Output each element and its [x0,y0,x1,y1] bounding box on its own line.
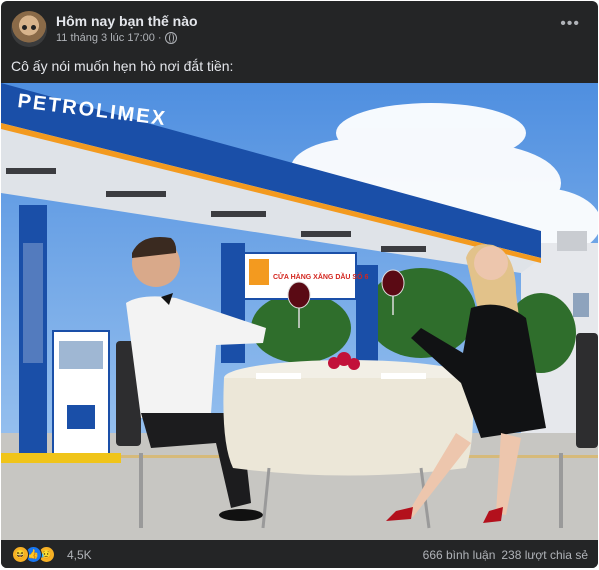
post-caption: Cô ấy nói muốn hẹn hò nơi đắt tiền: [11,58,234,74]
chair-right [576,333,598,448]
more-options-button[interactable]: ••• [560,15,580,33]
avatar-eye [22,25,27,30]
pillar-middle [221,243,245,363]
plate [256,373,301,379]
globe-icon[interactable] [164,32,177,44]
comment-count[interactable]: 666 bình luận [423,548,496,562]
man-shoe [219,509,263,521]
post-footer: 😆 👍 😥 4,5K 666 bình luận 238 lượt chia s… [1,540,598,568]
post-timestamp[interactable]: 11 tháng 3 lúc 17:00 [56,32,155,44]
reaction-count[interactable]: 4,5K [67,548,92,562]
woman-head [474,246,508,280]
post-photo[interactable]: PETROLIMEX CỬA HÀNG XĂNG DẦU SỐ 6 [1,83,598,540]
pump-logo [67,405,95,429]
plate [381,373,426,379]
post-card: Hôm nay bạn thế nào 11 tháng 3 lúc 17:00… [1,1,598,568]
post-meta: 11 tháng 3 lúc 17:00 · [56,32,177,44]
petrolimex-logo-icon [249,259,269,285]
post-header: Hôm nay bạn thế nào 11 tháng 3 lúc 17:00… [1,1,598,53]
engagement-stats: 666 bình luận 238 lượt chia sẻ [423,548,588,562]
author-name[interactable]: Hôm nay bạn thế nào [56,13,198,29]
tablecloth [223,378,474,476]
avatar-eye [31,25,36,30]
pump-display [59,341,103,369]
water-tank [557,231,587,251]
meta-separator: · [157,32,162,44]
haha-icon: 😆 [12,546,29,563]
share-count[interactable]: 238 lượt chia sẻ [501,548,588,562]
author-avatar[interactable] [11,11,47,47]
curb [1,453,121,463]
pillar-panel [23,243,43,363]
reaction-icons[interactable]: 😆 👍 😥 [12,546,55,563]
window [573,293,589,317]
